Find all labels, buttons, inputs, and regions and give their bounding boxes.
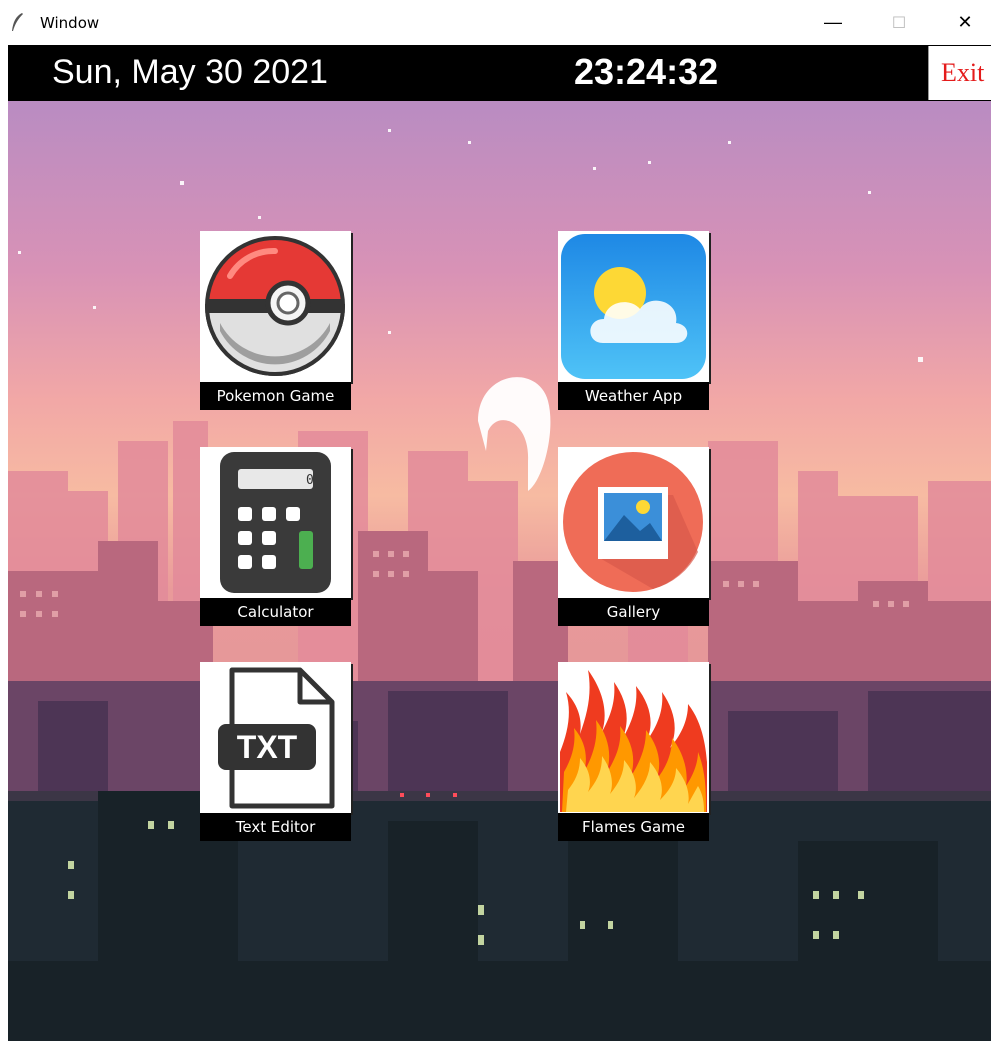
tile-image[interactable] (558, 447, 709, 598)
pokeball-icon (204, 236, 346, 376)
tile-image[interactable] (558, 231, 709, 382)
gallery-icon (563, 452, 703, 592)
app-tile-weather[interactable]: Weather App (558, 231, 709, 411)
tile-image[interactable]: TXT (200, 662, 351, 813)
txt-badge: TXT (237, 729, 298, 765)
feather-icon (12, 13, 23, 31)
weather-icon (561, 234, 706, 379)
tile-label[interactable]: Pokemon Game (200, 382, 351, 410)
tile-label[interactable]: Weather App (558, 382, 709, 410)
flames-icon (560, 670, 707, 812)
top-bar: Sun, May 30 2021 23:24:32 Exit (8, 45, 991, 101)
exit-button[interactable]: Exit (928, 46, 991, 100)
window-titlebar: Window — ☐ ✕ (0, 0, 991, 45)
tile-image[interactable]: 0 (200, 447, 351, 598)
tile-label[interactable]: Flames Game (558, 813, 709, 841)
maximize-button[interactable]: ☐ (876, 0, 922, 45)
tile-image[interactable] (200, 231, 351, 382)
app-tile-pokemon[interactable]: Pokemon Game (200, 231, 351, 411)
calculator-icon: 0 (220, 452, 331, 593)
close-button[interactable]: ✕ (942, 0, 988, 45)
calculator-display: 0 (306, 473, 314, 488)
app-tile-flames[interactable]: Flames Game (558, 662, 709, 842)
minimize-button[interactable]: — (810, 0, 856, 45)
date-label: Sun, May 30 2021 (52, 53, 328, 91)
txt-file-icon: TXT (218, 667, 335, 809)
app-tile-calculator[interactable]: 0 Calculator (200, 447, 351, 627)
tile-label[interactable]: Text Editor (200, 813, 351, 841)
app-tile-text-editor[interactable]: TXT Text Editor (200, 662, 351, 842)
tile-label[interactable]: Calculator (200, 598, 351, 626)
clock-label: 23:24:32 (574, 51, 719, 92)
tile-label[interactable]: Gallery (558, 598, 709, 626)
city-wallpaper (8, 101, 991, 1041)
app-window: Sun, May 30 2021 23:24:32 Exit Pokemon G… (8, 45, 991, 1041)
app-tile-gallery[interactable]: Gallery (558, 447, 709, 627)
window-title: Window (40, 14, 100, 32)
tile-image[interactable] (558, 662, 709, 813)
